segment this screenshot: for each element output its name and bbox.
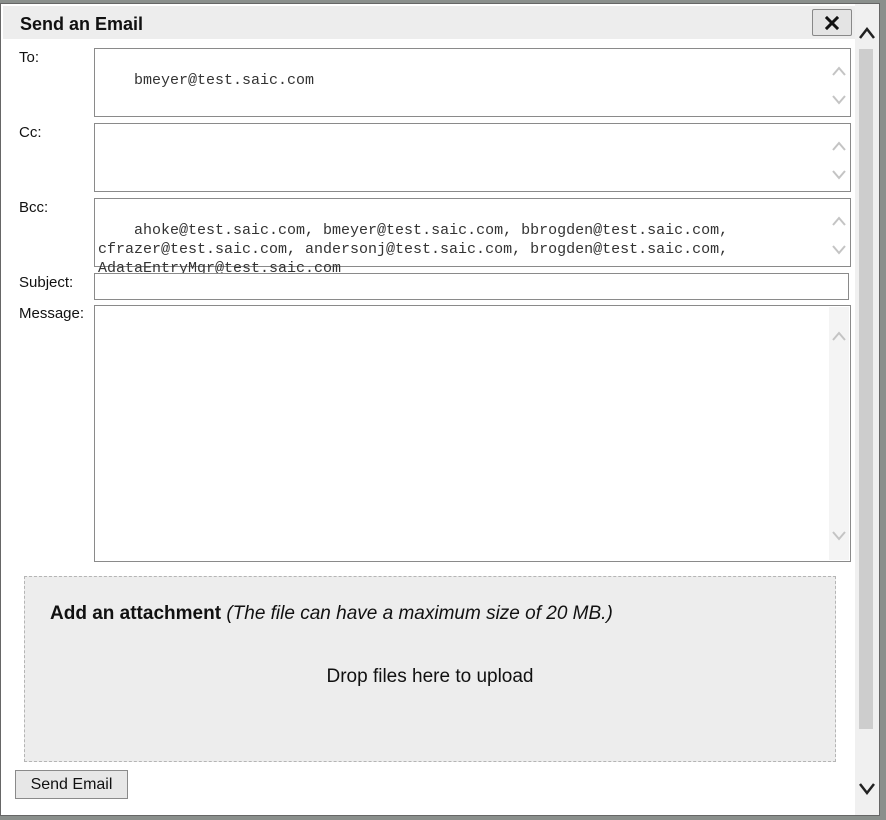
cc-label: Cc: [19, 124, 42, 141]
subject-input[interactable] [94, 273, 849, 300]
scroll-up-icon[interactable] [831, 139, 847, 151]
bcc-value: ahoke@test.saic.com, bmeyer@test.saic.co… [98, 222, 729, 277]
attachment-size-note: (The file can have a maximum size of 20 … [226, 603, 613, 624]
chevron-up-icon[interactable] [857, 26, 877, 40]
to-field[interactable]: bmeyer@test.saic.com [94, 48, 851, 117]
message-scrollbar[interactable] [829, 307, 849, 560]
attachment-heading: Add an attachment (The file can have a m… [50, 603, 613, 625]
scroll-down-icon[interactable] [831, 243, 847, 255]
cc-field[interactable] [94, 123, 851, 192]
dialog-titlebar[interactable]: Send an Email [3, 6, 855, 39]
close-button[interactable] [812, 9, 852, 36]
scroll-down-icon[interactable] [831, 529, 847, 541]
drop-files-text: Drop files here to upload [326, 666, 534, 687]
close-icon [825, 15, 839, 30]
scroll-thumb[interactable] [859, 49, 873, 729]
send-email-dialog: Send an Email To: bmeyer@test.saic.com C… [0, 3, 880, 816]
subject-label: Subject: [19, 274, 74, 291]
cc-scrollbar[interactable] [829, 125, 849, 190]
attachment-title: Add an attachment [50, 603, 222, 624]
to-scrollbar[interactable] [829, 50, 849, 115]
message-label: Message: [19, 305, 85, 322]
dialog-scrollbar[interactable] [855, 4, 879, 815]
send-email-button[interactable]: Send Email [15, 770, 128, 799]
scroll-up-icon[interactable] [831, 214, 847, 226]
to-label: To: [19, 49, 40, 66]
scroll-up-icon[interactable] [831, 329, 847, 341]
bcc-label: Bcc: [19, 199, 49, 216]
bcc-field[interactable]: ahoke@test.saic.com, bmeyer@test.saic.co… [94, 198, 851, 277]
scroll-up-icon[interactable] [831, 64, 847, 76]
chevron-down-icon[interactable] [857, 782, 877, 796]
attachment-dropzone[interactable]: Add an attachment (The file can have a m… [24, 576, 836, 762]
message-textarea[interactable] [94, 305, 851, 562]
bcc-scrollbar[interactable] [829, 200, 849, 265]
scroll-down-icon[interactable] [831, 93, 847, 105]
dialog-title: Send an Email [20, 14, 144, 34]
to-value: bmeyer@test.saic.com [134, 72, 315, 89]
scroll-down-icon[interactable] [831, 168, 847, 180]
